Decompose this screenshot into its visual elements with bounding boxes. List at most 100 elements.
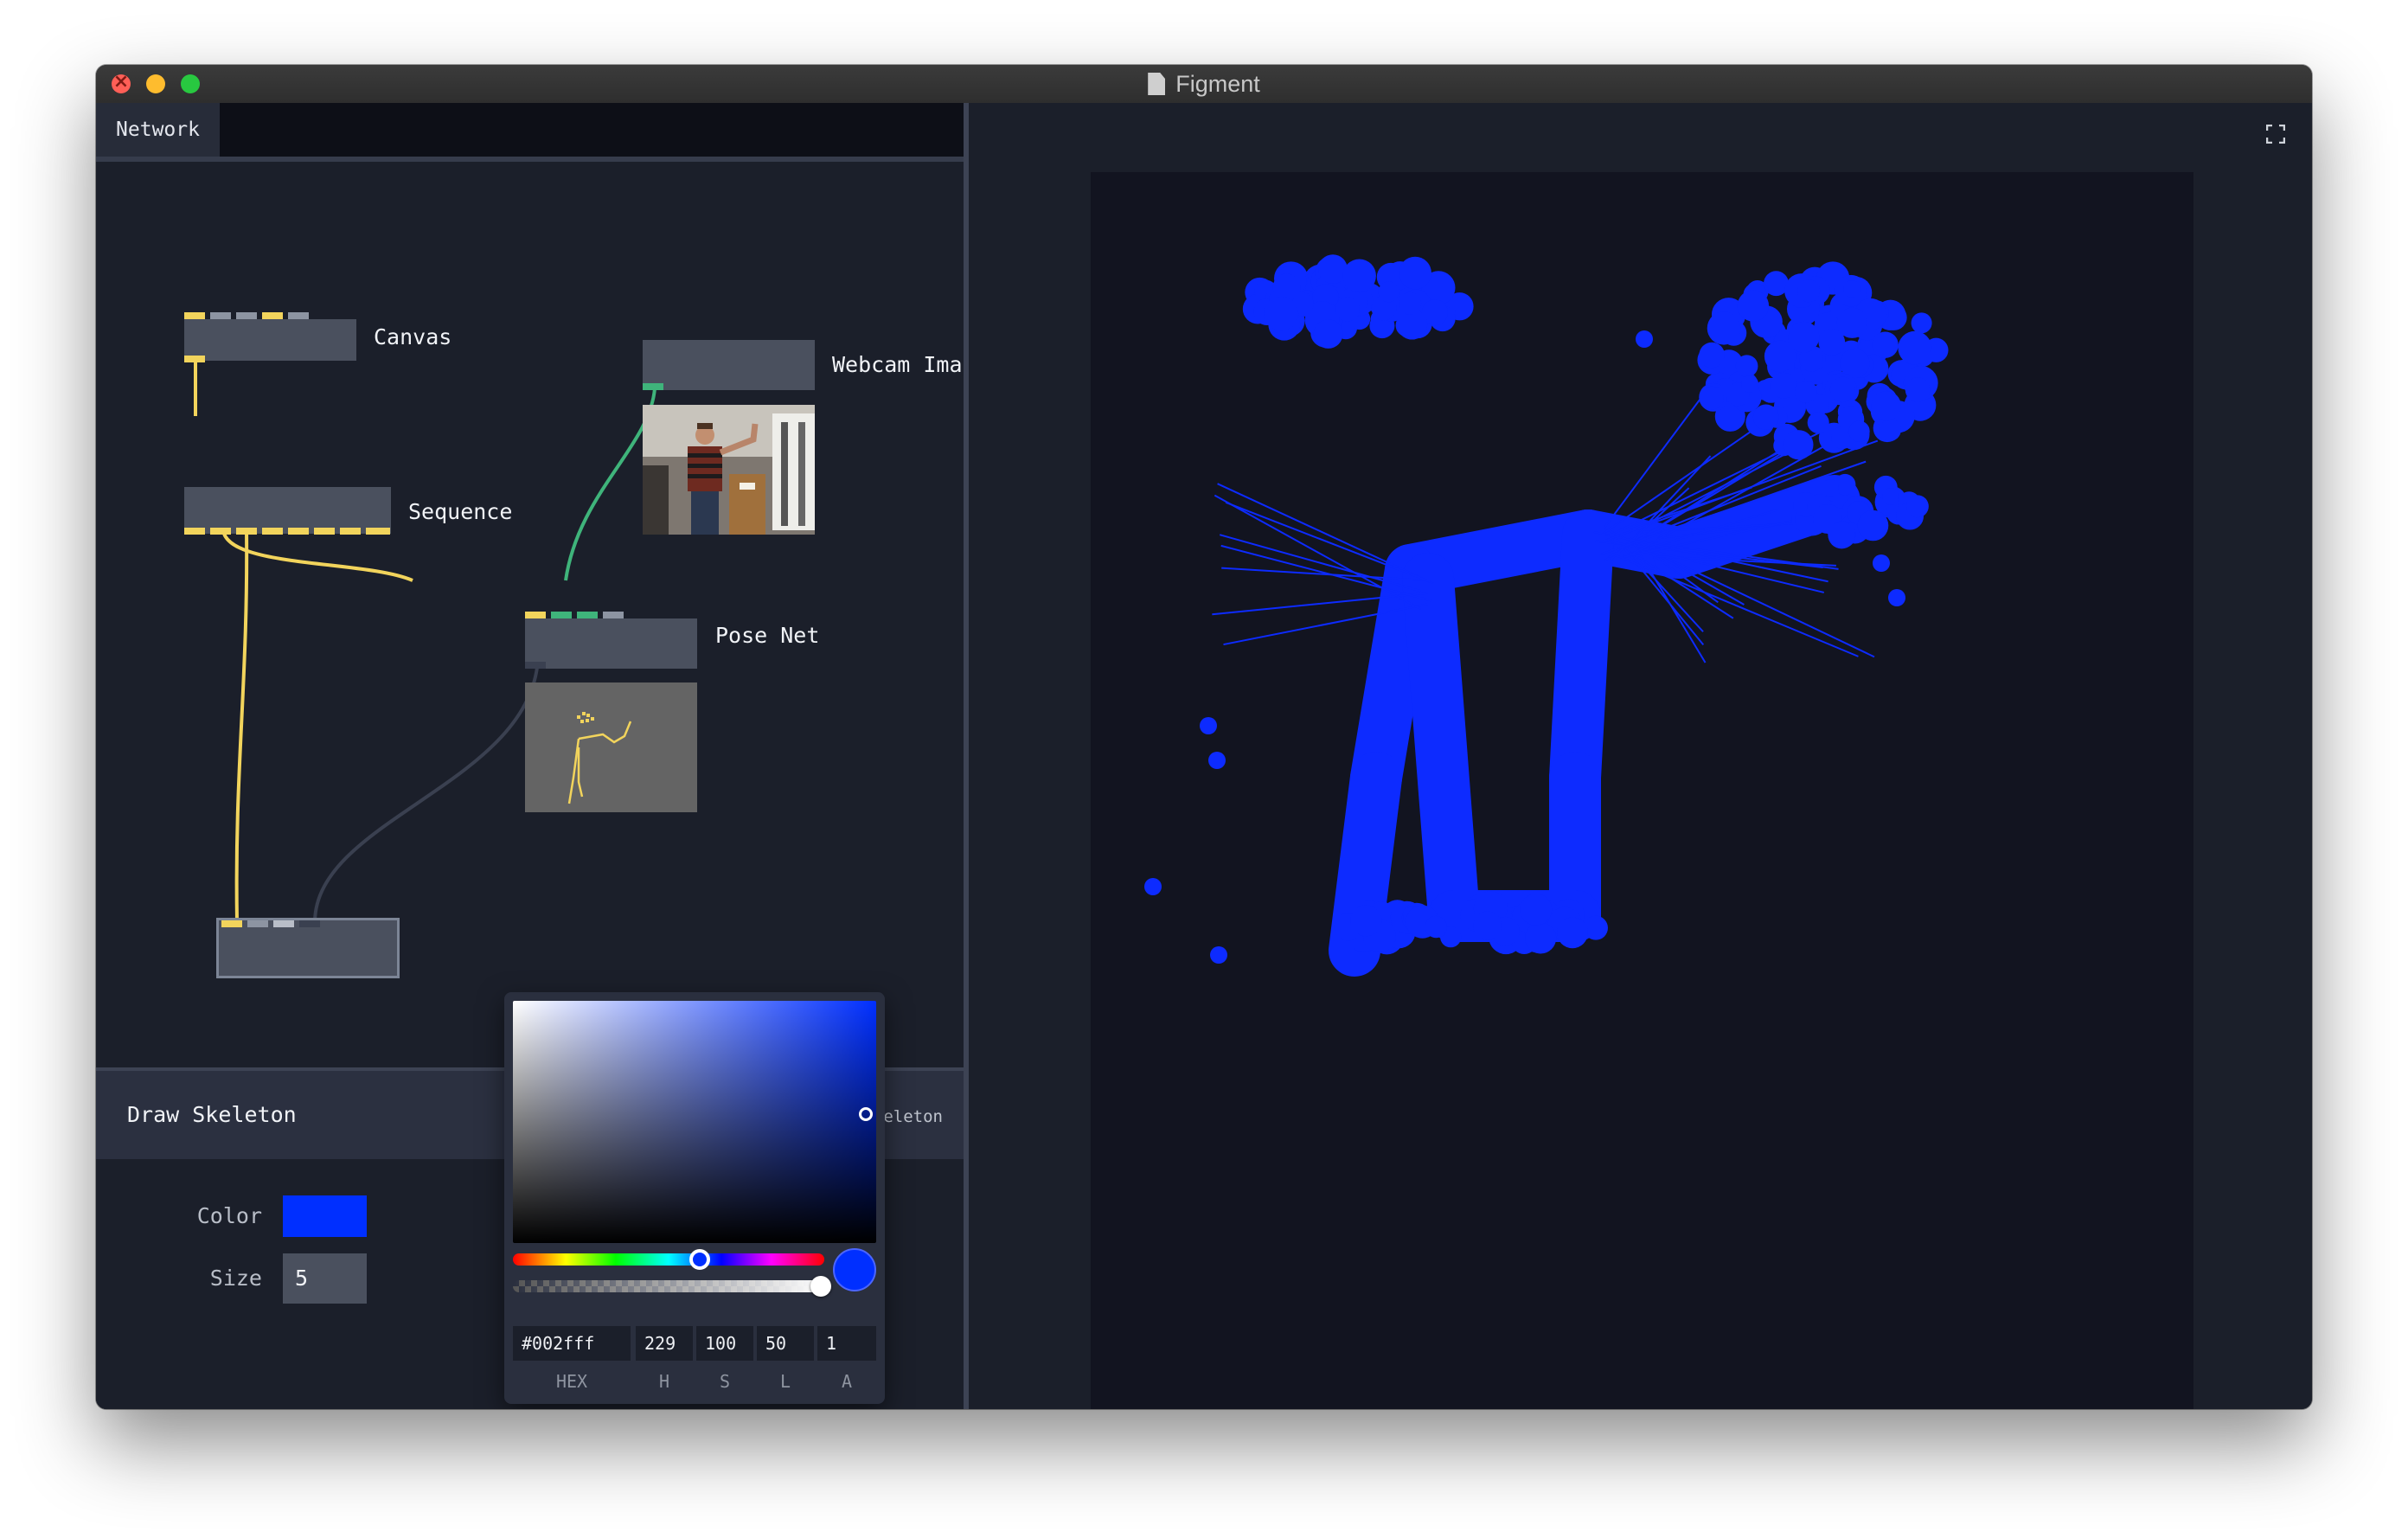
drawskeleton-input-port[interactable] — [247, 920, 268, 927]
keypoint — [1752, 404, 1779, 430]
window-title: Figment — [96, 71, 2312, 98]
keypoint — [1905, 495, 1929, 518]
hue-handle[interactable] — [689, 1249, 710, 1270]
posenet-output-port[interactable] — [525, 662, 546, 669]
keypoint — [1836, 307, 1868, 338]
color-picker: #002fff 229 100 50 1 HEX H S L A — [504, 992, 885, 1404]
keypoint — [1848, 420, 1870, 442]
s-label: S — [719, 1371, 731, 1392]
pose-net-node[interactable] — [525, 618, 697, 669]
sequence-node[interactable] — [184, 487, 391, 534]
keypoint — [1898, 330, 1932, 365]
hue-input[interactable]: 229 — [636, 1326, 693, 1361]
hex-input[interactable]: #002fff — [513, 1326, 631, 1361]
l-label: L — [779, 1371, 791, 1392]
h-label: H — [658, 1371, 670, 1392]
keypoint — [1264, 296, 1299, 331]
canvas-port[interactable] — [262, 312, 283, 319]
canvas-node[interactable] — [184, 319, 356, 361]
saturation-area[interactable] — [513, 1001, 876, 1243]
posenet-input-port[interactable] — [577, 612, 598, 618]
saturation-input[interactable]: 100 — [696, 1326, 753, 1361]
keypoint — [1879, 419, 1901, 441]
canvas-port[interactable] — [210, 312, 231, 319]
keypoint — [1741, 375, 1758, 393]
webcam-node-label: Webcam Ima — [832, 352, 963, 377]
size-input[interactable]: 5 — [283, 1253, 367, 1304]
keypoint — [1707, 311, 1741, 345]
saturation-handle[interactable] — [859, 1107, 873, 1121]
fullscreen-icon[interactable] — [2266, 125, 2285, 144]
canvas-output-port[interactable] — [184, 312, 205, 319]
doc-icon — [1148, 73, 1166, 95]
sequence-output-port[interactable] — [340, 528, 361, 535]
drawskeleton-input-port[interactable] — [299, 920, 320, 927]
keypoint — [1700, 386, 1724, 410]
keypoint — [1857, 509, 1889, 542]
sequence-output-port[interactable] — [184, 528, 205, 535]
posenet-input-port[interactable] — [525, 612, 546, 618]
keypoint — [1473, 911, 1502, 940]
keypoint — [1822, 479, 1839, 497]
keypoint — [1335, 297, 1360, 322]
keypoint — [1699, 342, 1726, 368]
posenet-input-port[interactable] — [551, 612, 572, 618]
keypoint — [1272, 273, 1301, 302]
lightness-input[interactable]: 50 — [757, 1326, 814, 1361]
sequence-output-port[interactable] — [210, 528, 231, 535]
viewer-pane — [969, 103, 2312, 1409]
sequence-output-port[interactable] — [366, 528, 390, 535]
keypoint — [1871, 391, 1902, 421]
link-posenet-drawskeleton — [313, 659, 540, 922]
link-sequence-posenet — [221, 529, 413, 582]
drawskeleton-input-port[interactable] — [273, 920, 294, 927]
keypoint — [1520, 894, 1553, 926]
drawskeleton-input-port[interactable] — [221, 920, 242, 927]
hue-slider[interactable] — [513, 1253, 824, 1266]
color-param-label: Color — [196, 1203, 262, 1228]
keypoint — [1313, 319, 1343, 349]
keypoint — [1525, 922, 1557, 954]
posenet-input-port[interactable] — [603, 612, 624, 618]
keypoint — [1636, 330, 1653, 348]
webcam-image-node[interactable] — [643, 340, 815, 390]
canvas-out-port[interactable] — [184, 356, 205, 362]
keypoint — [1873, 554, 1890, 572]
keypoint — [1764, 340, 1796, 373]
keypoint — [1828, 521, 1856, 549]
tab-bar: Network — [96, 103, 964, 162]
posenet-node-label: Pose Net — [715, 623, 820, 648]
keypoint — [1208, 752, 1226, 769]
tab-network[interactable]: Network — [96, 103, 220, 157]
keypoint — [1210, 946, 1227, 964]
sequence-output-port[interactable] — [288, 528, 309, 535]
a-label: A — [841, 1371, 853, 1392]
canvas-port[interactable] — [236, 312, 257, 319]
sequence-output-port[interactable] — [236, 528, 257, 535]
hex-label: HEX — [555, 1371, 588, 1392]
sequence-output-port[interactable] — [262, 528, 283, 535]
skeleton-stroke — [1402, 553, 1480, 942]
keypoint — [1794, 380, 1817, 403]
webcam-output-port[interactable] — [643, 383, 663, 390]
canvas-node-label: Canvas — [374, 324, 452, 349]
size-param-label: Size — [209, 1266, 262, 1291]
keypoint — [1829, 376, 1855, 402]
alpha-handle[interactable] — [810, 1276, 831, 1297]
skeleton-stroke — [1549, 509, 1614, 804]
titlebar: Figment — [96, 65, 2312, 104]
keypoint — [1737, 290, 1770, 322]
keypoint — [1905, 377, 1931, 402]
keypoint — [1911, 312, 1932, 334]
canvas-port[interactable] — [288, 312, 309, 319]
keypoint — [1399, 256, 1431, 290]
skeleton-line — [1217, 483, 1434, 585]
alpha-input[interactable]: 1 — [817, 1326, 876, 1361]
sequence-output-port[interactable] — [314, 528, 335, 535]
color-swatch[interactable] — [283, 1195, 367, 1237]
keypoint — [1350, 905, 1382, 937]
app-window: Figment Network Canvas — [96, 65, 2312, 1409]
network-editor[interactable]: Canvas Sequence Webcam Ima Pose Net Draw… — [96, 162, 964, 1409]
alpha-slider[interactable] — [513, 1280, 824, 1292]
keypoint — [1872, 331, 1899, 358]
